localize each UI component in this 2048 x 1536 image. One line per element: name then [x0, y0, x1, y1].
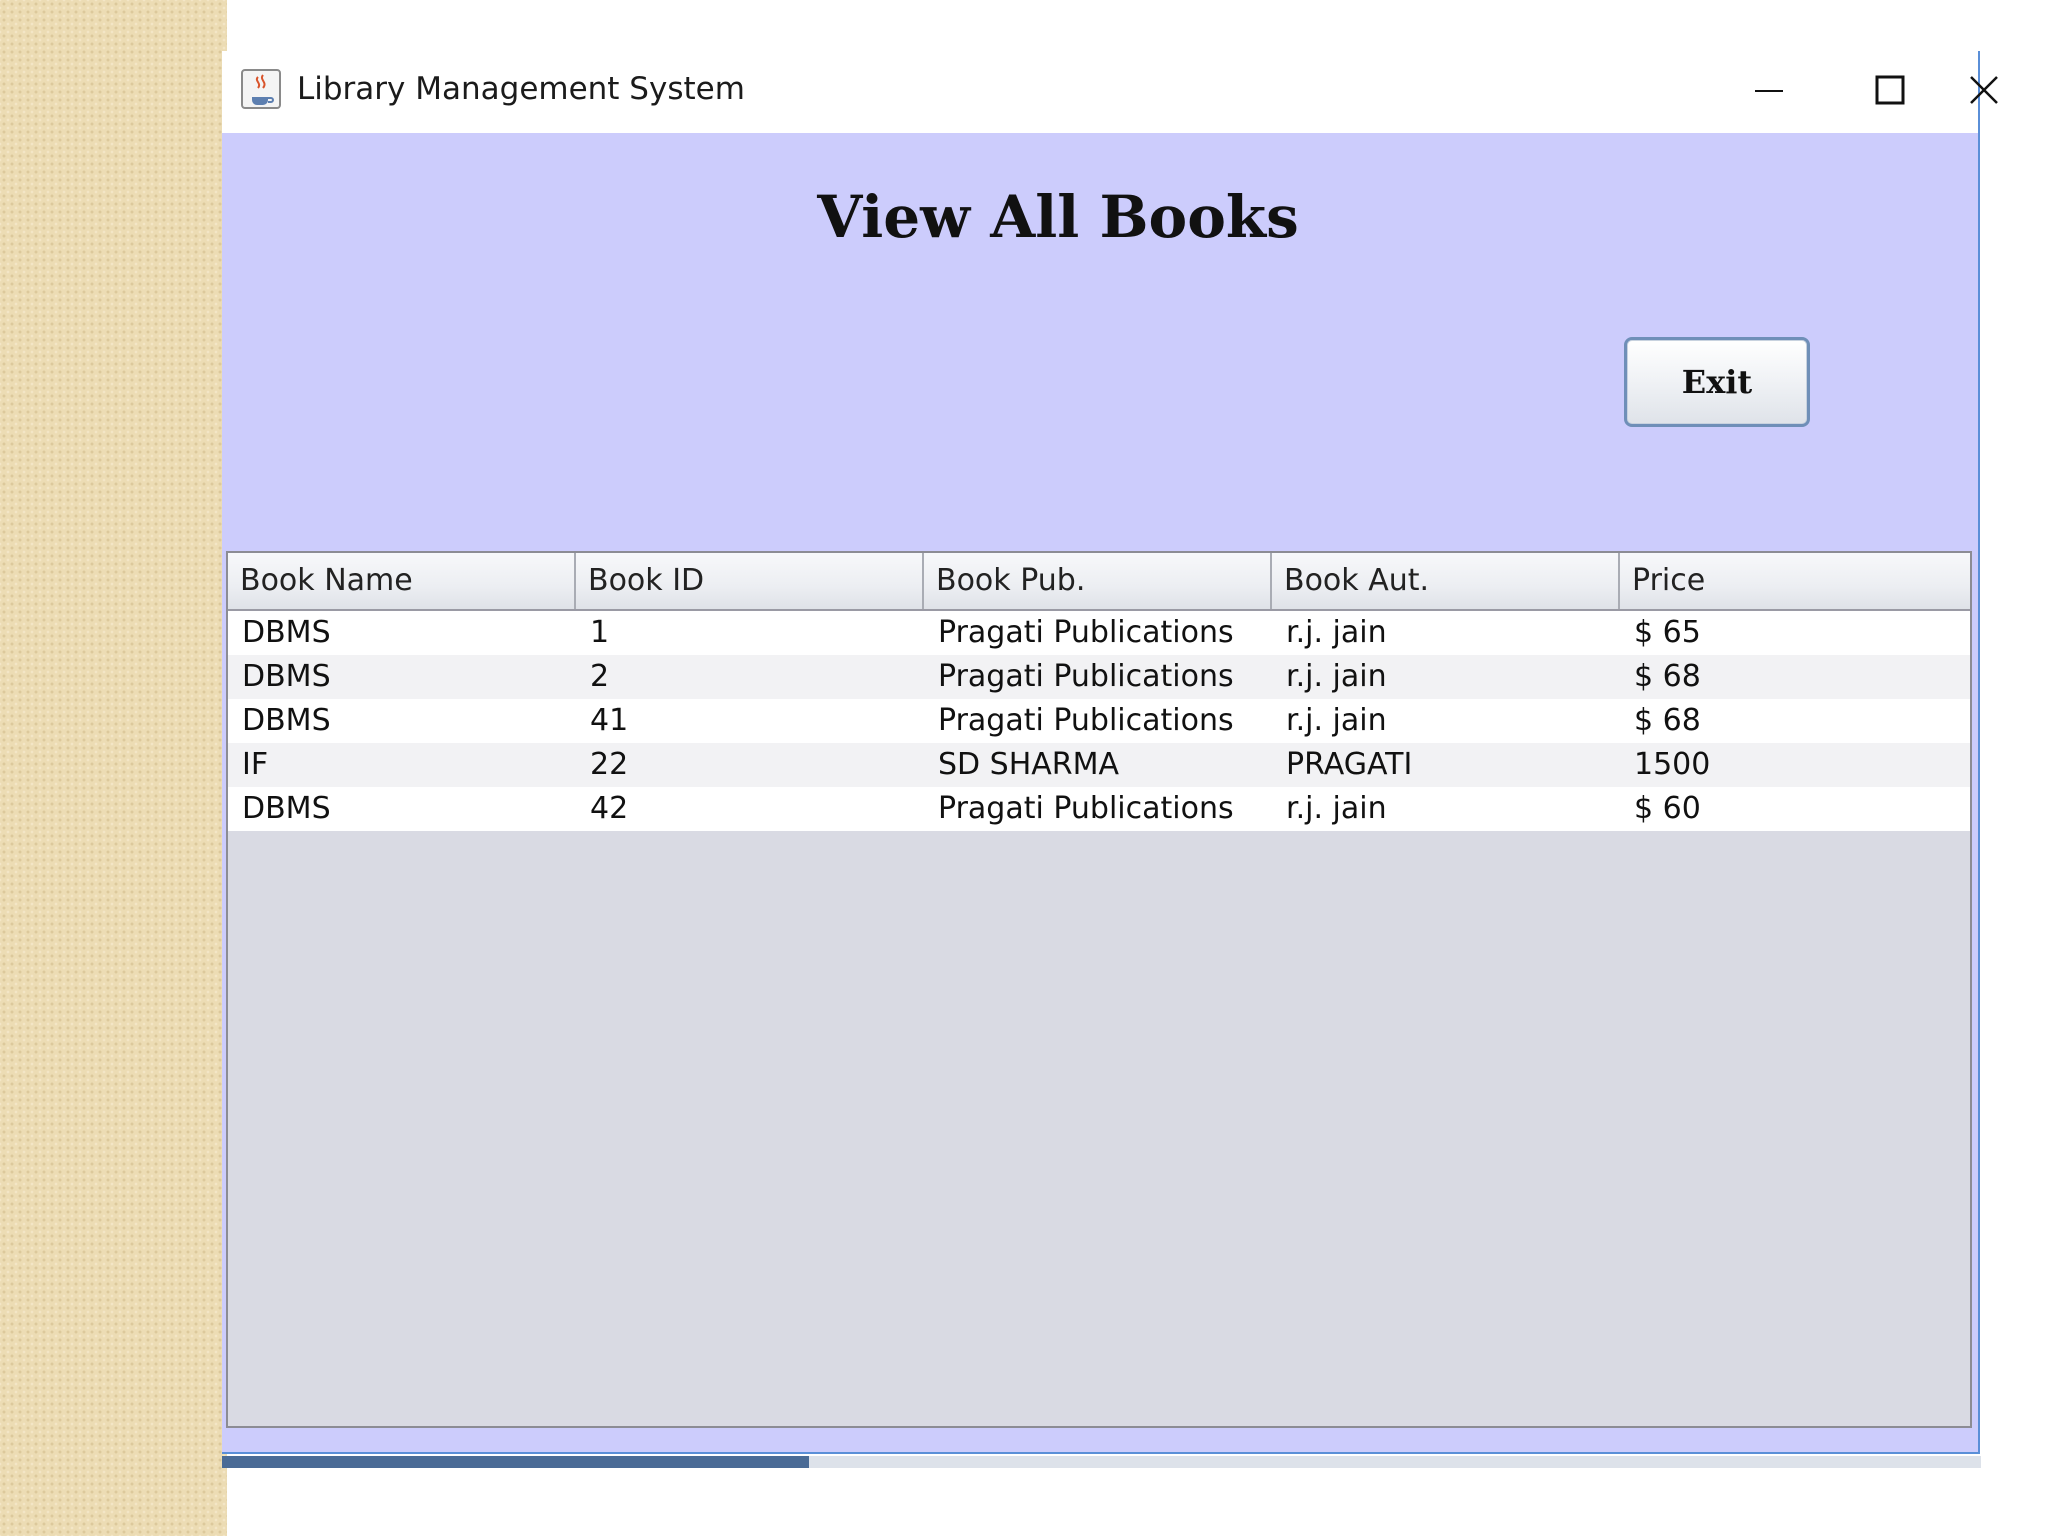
- title-bar[interactable]: Library Management System: [222, 51, 1998, 133]
- table-cell[interactable]: 22: [576, 743, 924, 787]
- table-cell[interactable]: 41: [576, 699, 924, 743]
- table-cell[interactable]: 42: [576, 787, 924, 831]
- table-cell[interactable]: $ 60: [1620, 787, 1969, 831]
- table-cell[interactable]: $ 65: [1620, 611, 1969, 655]
- minimize-button[interactable]: [1709, 51, 1829, 133]
- table-cell[interactable]: $ 68: [1620, 655, 1969, 699]
- close-button[interactable]: [1954, 51, 2014, 133]
- column-header-book-name[interactable]: Book Name: [228, 553, 576, 609]
- content-panel: View All Books Exit Book Name Book ID Bo…: [222, 133, 1978, 1452]
- java-coffee-icon[interactable]: [241, 69, 281, 109]
- column-header-book-id[interactable]: Book ID: [576, 553, 924, 609]
- table-cell[interactable]: r.j. jain: [1272, 655, 1620, 699]
- column-header-book-pub[interactable]: Book Pub.: [924, 553, 1272, 609]
- table-cell[interactable]: r.j. jain: [1272, 787, 1620, 831]
- table-cell[interactable]: Pragati Publications: [924, 699, 1272, 743]
- minimize-icon: [1754, 75, 1784, 109]
- taskbar-track: [809, 1456, 1981, 1468]
- table-cell[interactable]: 1500: [1620, 743, 1969, 787]
- table-cell[interactable]: DBMS: [228, 655, 576, 699]
- table-cell[interactable]: SD SHARMA: [924, 743, 1272, 787]
- exit-button[interactable]: Exit: [1624, 337, 1810, 427]
- table-row[interactable]: DBMS 42 Pragati Publications r.j. jain $…: [228, 787, 1970, 831]
- table-cell[interactable]: DBMS: [228, 699, 576, 743]
- desktop-background: [0, 0, 227, 1536]
- table-cell[interactable]: Pragati Publications: [924, 611, 1272, 655]
- table-row[interactable]: IF 22 SD SHARMA PRAGATI 1500: [228, 743, 1970, 787]
- taskbar-progress-segment: [222, 1456, 809, 1468]
- table-row[interactable]: DBMS 41 Pragati Publications r.j. jain $…: [228, 699, 1970, 743]
- table-header: Book Name Book ID Book Pub. Book Aut. Pr…: [228, 553, 1970, 611]
- books-table[interactable]: Book Name Book ID Book Pub. Book Aut. Pr…: [226, 551, 1972, 1428]
- table-row[interactable]: DBMS 2 Pragati Publications r.j. jain $ …: [228, 655, 1970, 699]
- table-cell[interactable]: r.j. jain: [1272, 699, 1620, 743]
- table-cell[interactable]: PRAGATI: [1272, 743, 1620, 787]
- page-title: View All Books: [817, 183, 1299, 251]
- table-cell[interactable]: $ 68: [1620, 699, 1969, 743]
- table-cell[interactable]: r.j. jain: [1272, 611, 1620, 655]
- table-cell[interactable]: 2: [576, 655, 924, 699]
- app-window: Library Management System View All Books…: [222, 51, 1998, 1454]
- table-cell[interactable]: IF: [228, 743, 576, 787]
- close-icon: [1969, 75, 1999, 109]
- table-cell[interactable]: DBMS: [228, 611, 576, 655]
- column-header-book-aut[interactable]: Book Aut.: [1272, 553, 1620, 609]
- table-cell[interactable]: Pragati Publications: [924, 787, 1272, 831]
- window-title: Library Management System: [297, 71, 745, 107]
- column-header-price[interactable]: Price: [1620, 553, 1969, 609]
- table-cell[interactable]: DBMS: [228, 787, 576, 831]
- maximize-button[interactable]: [1830, 51, 1950, 133]
- table-row[interactable]: DBMS 1 Pragati Publications r.j. jain $ …: [228, 611, 1970, 655]
- table-cell[interactable]: Pragati Publications: [924, 655, 1272, 699]
- table-cell[interactable]: 1: [576, 611, 924, 655]
- maximize-icon: [1875, 75, 1905, 109]
